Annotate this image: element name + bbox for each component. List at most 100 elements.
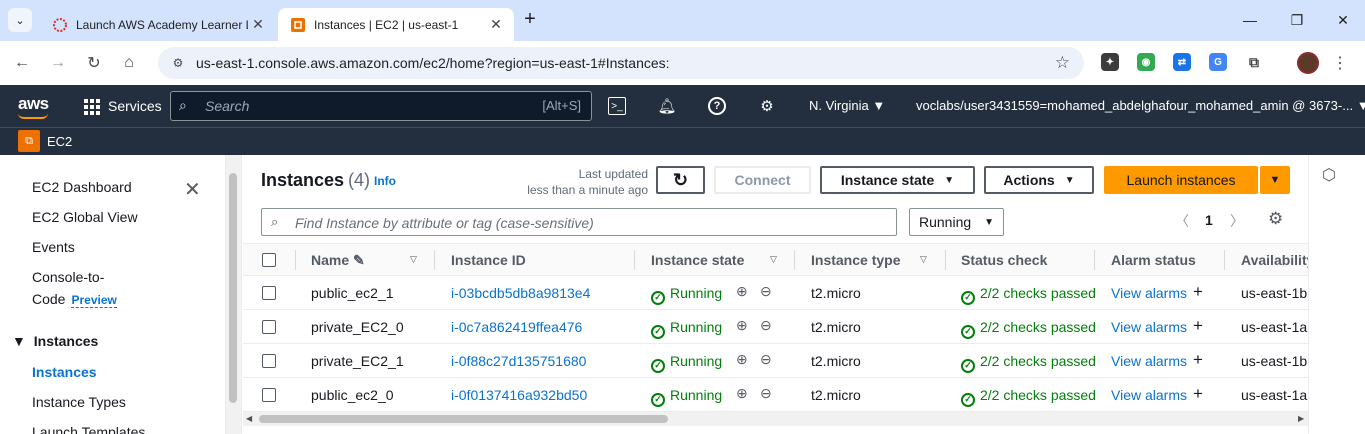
ec2-service-icon[interactable]: ⧉ [18,130,40,152]
prev-page-chevron-icon[interactable]: 〈 [1175,211,1189,231]
view-alarms-link[interactable]: View alarms [1111,319,1187,335]
table-row[interactable]: private_EC2_0 i-0c7a862419ffea476 ✓ Runni… [243,310,1309,344]
scroll-right-arrow-icon[interactable]: ▶ [1298,414,1304,423]
services-grid-icon[interactable] [84,99,100,115]
column-header-status-check[interactable]: Status check [961,252,1047,268]
instance-state-dropdown[interactable]: Instance state ▼ [820,166,975,194]
launch-options-caret-icon[interactable]: ▼ [1260,166,1290,194]
row-checkbox[interactable] [262,286,276,300]
forward-arrow-icon[interactable]: → [46,51,70,75]
add-alarm-plus-icon[interactable]: + [1193,282,1203,302]
sidebar-item-console-to-code[interactable]: Console-to- [32,269,104,285]
sidebar-section-instances[interactable]: ▼ Instances [12,333,98,349]
zoom-out-icon[interactable]: ⊖ [760,351,772,368]
sort-caret-icon[interactable]: ▽ [770,254,777,265]
close-icon[interactable]: ✕ [248,15,268,35]
help-icon[interactable]: ? [708,97,726,115]
site-settings-icon[interactable]: ⚙ [168,56,188,70]
account-menu[interactable]: voclabs/user3431559=mohamed_abdelghafour… [916,98,1365,113]
instance-id-link[interactable]: i-0c7a862419ffea476 [451,319,582,335]
view-alarms-link[interactable]: View alarms [1111,387,1187,403]
notifications-bell-icon[interactable]: 🔔︎ [657,97,676,115]
tab-search-icon[interactable]: ⌄ [8,8,32,32]
sidebar-item-instances[interactable]: Instances [32,364,97,380]
aws-search-input[interactable]: ⌕ Search [Alt+S] [170,91,592,121]
sidebar-item-global-view[interactable]: EC2 Global View [32,209,138,225]
cloudshell-icon[interactable]: >_ [608,97,626,115]
settings-gear-icon[interactable]: ⚙ [758,97,776,115]
actions-dropdown[interactable]: Actions ▼ [984,166,1094,194]
new-tab-plus-icon[interactable]: + [520,9,540,30]
row-checkbox[interactable] [262,354,276,368]
sidebar-item-launch-templates[interactable]: Launch Templates [32,424,145,434]
sidebar-item-instance-types[interactable]: Instance Types [32,394,126,410]
sort-caret-icon[interactable]: ▽ [410,254,417,265]
info-link[interactable]: Info [374,174,396,188]
zoom-in-icon[interactable]: ⊕ [736,317,748,334]
sidebar-scroll-thumb[interactable] [229,173,237,403]
close-icon[interactable]: ✕ [486,15,506,35]
translate-extension-icon[interactable]: G [1209,53,1227,71]
instance-id-link[interactable]: i-0f88c27d135751680 [451,353,586,369]
column-header-instance-type[interactable]: Instance type [811,252,900,268]
page-number[interactable]: 1 [1205,212,1213,228]
instance-search-input[interactable]: ⌕ Find Instance by attribute or tag (cas… [261,208,897,236]
tab-ec2-instances[interactable]: Instances | EC2 | us-east-1 ✕ [278,8,514,41]
tools-panel-icon[interactable]: ⬡ [1322,165,1336,185]
sort-caret-icon[interactable]: ▽ [920,254,927,265]
window-close-icon[interactable]: ✕ [1331,8,1355,32]
region-selector[interactable]: N. Virginia ▼ [809,98,885,113]
browser-menu-icon[interactable]: ⋮ [1328,51,1352,75]
zoom-in-icon[interactable]: ⊕ [736,351,748,368]
table-horizontal-scrollbar[interactable]: ◀ ▶ [243,412,1309,426]
horizontal-scroll-thumb[interactable] [259,415,668,423]
zoom-out-icon[interactable]: ⊖ [760,385,772,402]
sidebar-scrollbar[interactable] [226,155,240,434]
row-checkbox[interactable] [262,388,276,402]
next-page-chevron-icon[interactable]: 〉 [1230,211,1244,231]
add-alarm-plus-icon[interactable]: + [1193,350,1203,370]
instance-id-link[interactable]: i-03bcdb5db8a9813e4 [451,285,590,301]
column-header-alarm-status[interactable]: Alarm status [1111,252,1196,268]
aws-logo[interactable]: aws [18,94,49,114]
close-sidebar-icon[interactable]: ✕ [184,177,201,202]
extension-icon[interactable]: ◉ [1137,53,1155,71]
bookmark-star-icon[interactable]: ☆ [1055,53,1070,73]
restore-icon[interactable]: ❐ [1285,8,1309,32]
sidebar-item-events[interactable]: Events [32,239,75,255]
table-preferences-gear-icon[interactable]: ⚙ [1268,209,1283,229]
zoom-in-icon[interactable]: ⊕ [736,283,748,300]
address-bar[interactable]: ⚙ us-east-1.console.aws.amazon.com/ec2/h… [158,47,1084,79]
add-alarm-plus-icon[interactable]: + [1193,384,1203,404]
tab-learner-lab[interactable]: Launch AWS Academy Learner Lab ✕ [40,8,276,41]
profile-avatar[interactable] [1297,52,1319,74]
table-row[interactable]: public_ec2_1 i-03bcdb5db8a9813e4 ✓ Runnin… [243,276,1309,310]
extension-icon[interactable]: ⇄ [1173,53,1191,71]
column-header-instance-state[interactable]: Instance state [651,252,744,268]
state-filter-select[interactable]: Running ▼ [909,208,1004,236]
extension-icon[interactable]: ✦ [1101,53,1119,71]
extensions-puzzle-icon[interactable]: ⧉ [1245,53,1263,71]
scroll-left-arrow-icon[interactable]: ◀ [246,414,252,423]
row-checkbox[interactable] [262,320,276,334]
zoom-out-icon[interactable]: ⊖ [760,317,772,334]
column-header-instance-id[interactable]: Instance ID [451,252,526,268]
view-alarms-link[interactable]: View alarms [1111,285,1187,301]
home-icon[interactable]: ⌂ [117,51,141,75]
add-alarm-plus-icon[interactable]: + [1193,316,1203,336]
back-arrow-icon[interactable]: ← [10,51,34,75]
zoom-out-icon[interactable]: ⊖ [760,283,772,300]
services-menu[interactable]: Services [108,98,162,114]
table-row[interactable]: private_EC2_1 i-0f88c27d135751680 ✓ Runni… [243,344,1309,378]
view-alarms-link[interactable]: View alarms [1111,353,1187,369]
sidebar-item-console-to-code-line2[interactable]: Code Preview [32,291,117,308]
reload-icon[interactable]: ↻ [82,51,106,75]
select-all-checkbox[interactable] [262,253,276,267]
service-name[interactable]: EC2 [47,134,72,149]
instance-id-link[interactable]: i-0f0137416a932bd50 [451,387,587,403]
sidebar-item-ec2-dashboard[interactable]: EC2 Dashboard [32,179,132,195]
connect-button[interactable]: Connect [714,166,811,194]
minimize-icon[interactable]: — [1238,8,1262,32]
zoom-in-icon[interactable]: ⊕ [736,385,748,402]
column-header-name[interactable]: Name ✎ [311,252,365,269]
